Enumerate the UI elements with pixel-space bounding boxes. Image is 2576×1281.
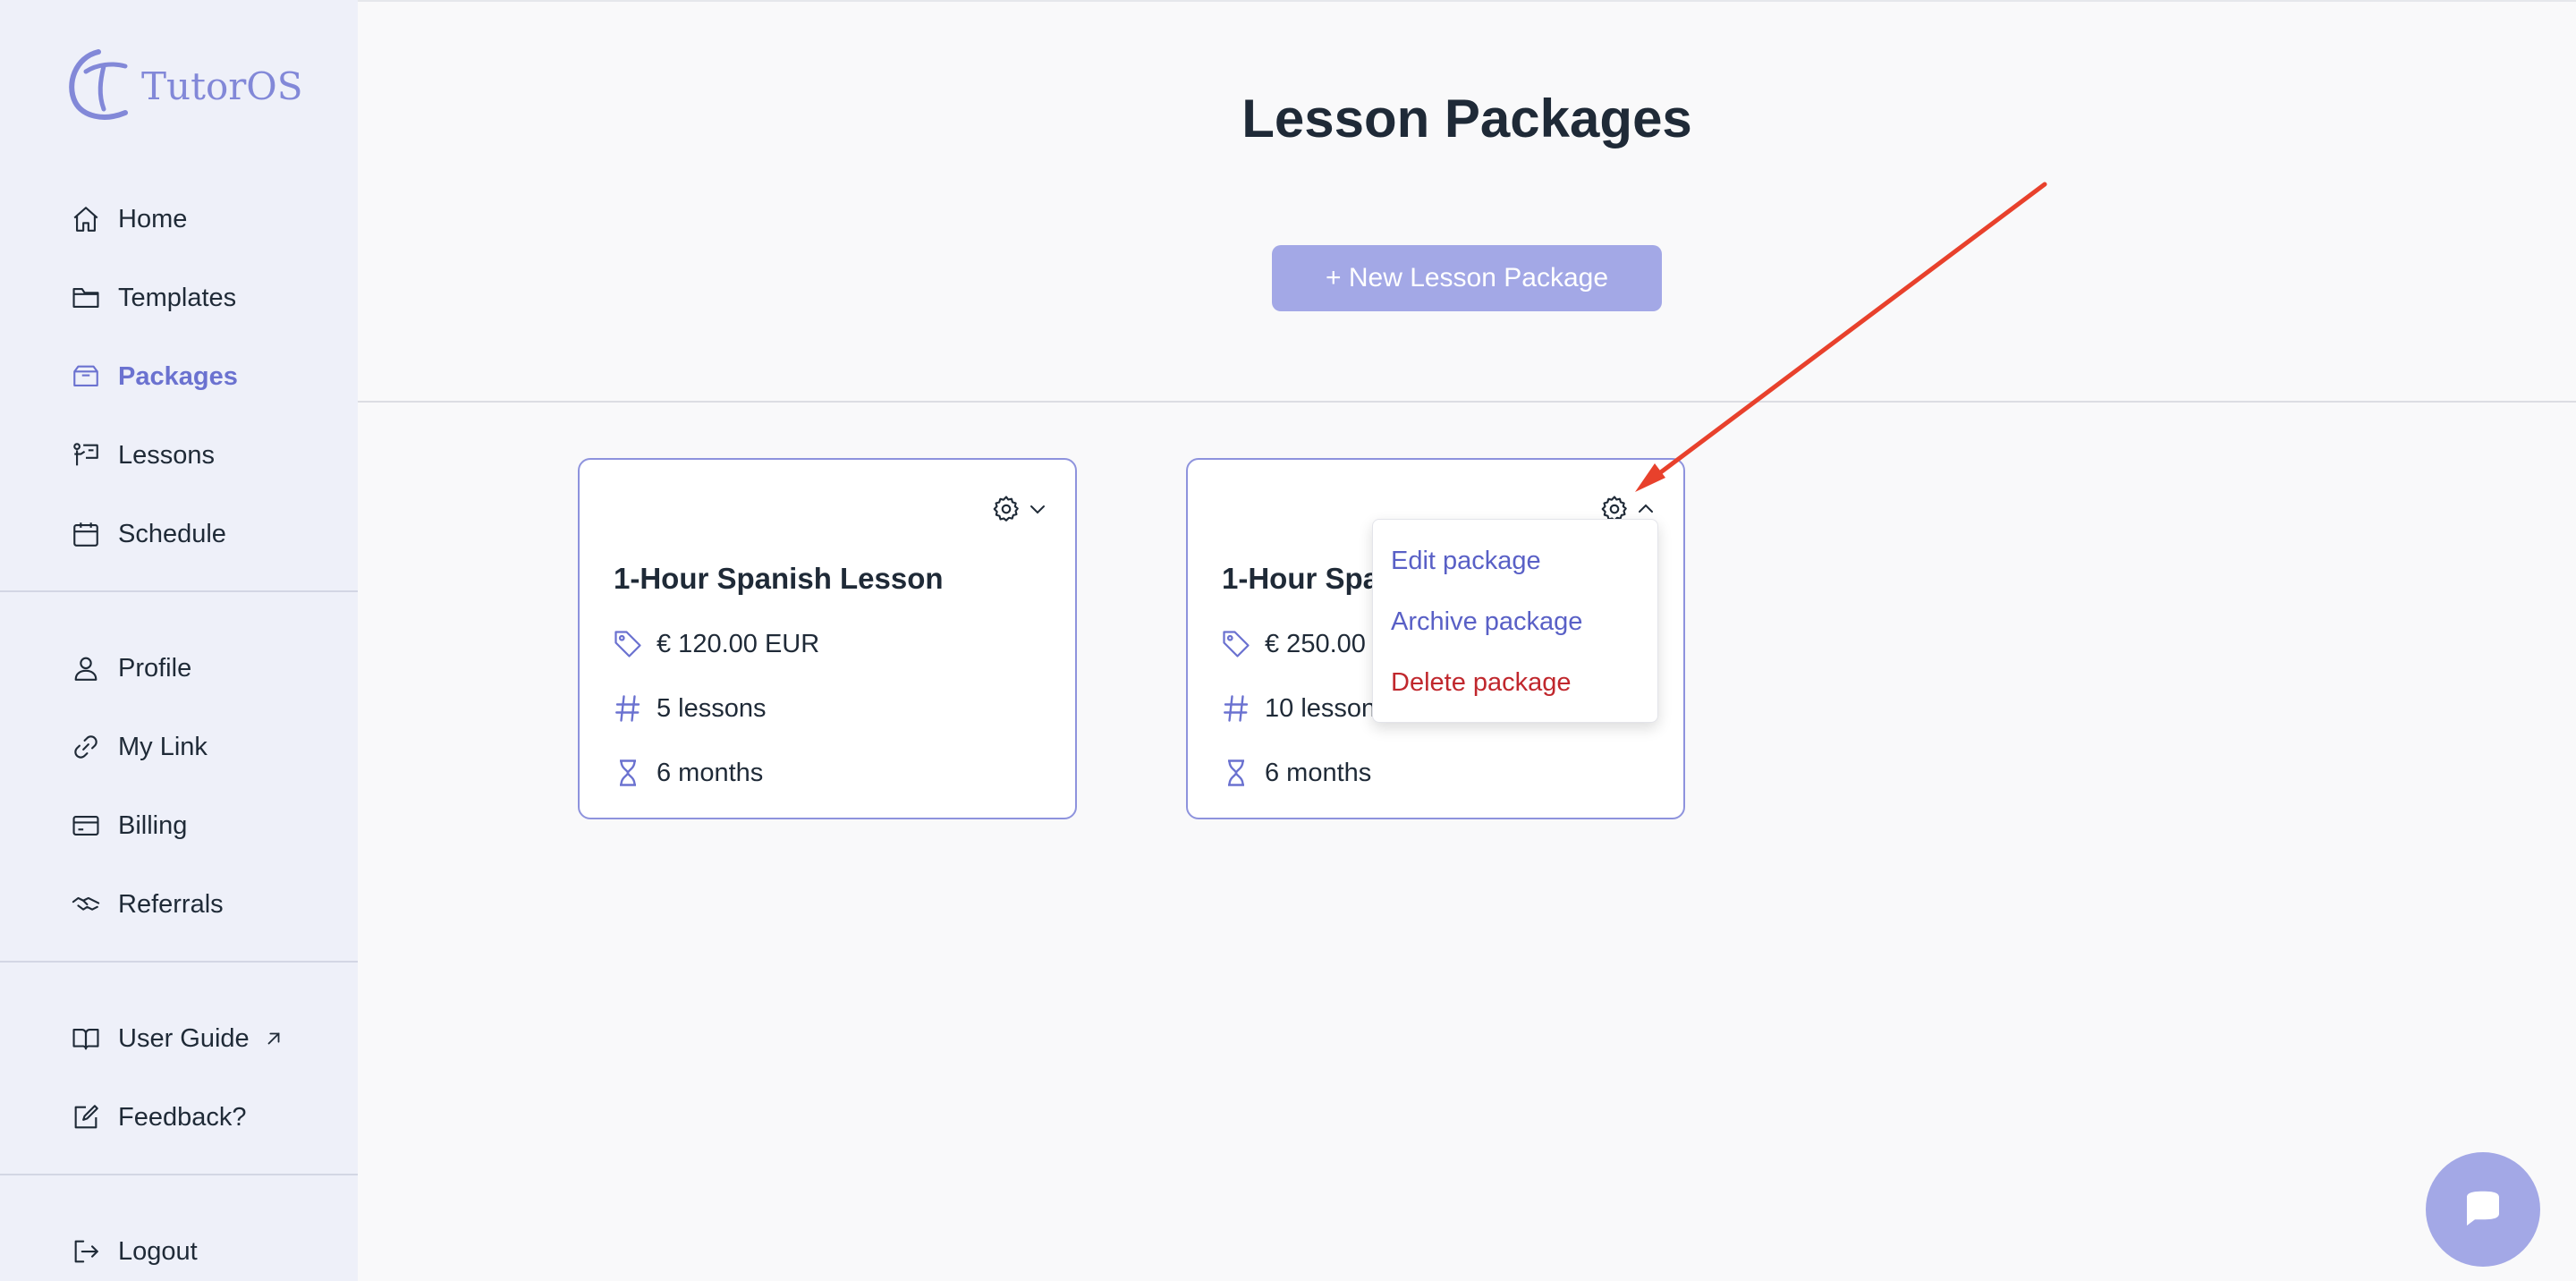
folder-icon [70,282,102,314]
user-icon [70,652,102,684]
sidebar-item-label: Lessons [118,440,216,470]
package-card: 1-Hour Spanish Lesson € 120.00 EUR 5 les… [578,458,1077,819]
sidebar-item-schedule[interactable]: Schedule [70,507,226,561]
package-lessons: 10 lesson [1218,691,1376,726]
sidebar-item-label: Schedule [118,519,226,548]
package-title: 1-Hour Spar [1222,562,1391,595]
archive-package-menu-item[interactable]: Archive package [1391,607,1582,637]
package-duration: 6 months [610,755,763,791]
edit-package-menu-item[interactable]: Edit package [1391,547,1541,576]
sidebar-divider [0,961,358,963]
sidebar-item-label: Logout [118,1236,198,1266]
sidebar-item-billing[interactable]: Billing [70,799,187,853]
home-icon [70,203,102,235]
package-price: € 250.00 [1218,626,1366,662]
sidebar-item-profile[interactable]: Profile [70,641,191,695]
chevron-up-icon [1639,504,1653,513]
hourglass-icon [1218,755,1254,791]
sidebar-item-home[interactable]: Home [70,192,187,246]
sidebar-divider [0,590,358,592]
sidebar-divider [0,1174,358,1175]
lesson-icon [70,439,102,471]
brand-name: TutorOS [141,64,303,108]
chat-icon [2467,1191,2499,1226]
sidebar-item-user-guide[interactable]: User Guide [70,1012,284,1065]
edit-icon [70,1101,102,1133]
sidebar-item-label: Billing [118,810,188,840]
lessons-value: 10 lesson [1265,693,1377,723]
logout-icon [70,1235,102,1268]
duration-value: 6 months [657,758,764,787]
package-lessons: 5 lessons [610,691,767,726]
sidebar-item-label: Templates [118,283,237,312]
duration-value: 6 months [1265,758,1372,787]
chat-widget-button[interactable] [2426,1152,2540,1267]
logo-icon [69,49,128,120]
package-actions-menu: Edit package Archive package Delete pack… [1372,519,1658,723]
sidebar-item-templates[interactable]: Templates [70,271,236,325]
price-value: € 120.00 EUR [657,629,820,658]
main-content: Lesson Packages + New Lesson Package 1-H… [358,0,2576,1281]
sidebar-item-lessons[interactable]: Lessons [70,428,215,482]
sidebar-item-label: Referrals [118,889,224,919]
book-icon [70,1022,102,1055]
sidebar-item-my-link[interactable]: My Link [70,720,208,774]
sidebar-item-feedback[interactable]: Feedback? [70,1090,247,1144]
sidebar-item-label: My Link [118,732,208,761]
section-divider [358,401,2576,403]
sidebar-item-label: Profile [118,653,192,683]
hash-icon [610,691,646,726]
package-price: € 120.00 EUR [610,626,819,662]
hourglass-icon [610,755,646,791]
sidebar: TutorOS Home Templates Packages Lessons … [0,0,358,1281]
price-tag-icon [610,626,646,662]
sidebar-item-label: Home [118,204,188,233]
sidebar-item-referrals[interactable]: Referrals [70,878,224,931]
price-tag-icon [1218,626,1254,662]
calendar-icon [70,518,102,550]
hash-icon [1218,691,1254,726]
package-icon [70,361,102,393]
chevron-down-icon [1030,505,1045,514]
sidebar-item-logout[interactable]: Logout [70,1225,198,1278]
app-logo[interactable]: TutorOS [63,45,303,123]
card-settings-button[interactable] [991,494,1048,524]
gear-icon [993,496,1019,522]
package-duration: 6 months [1218,755,1371,791]
sidebar-item-label: Packages [118,361,238,391]
page-title: Lesson Packages [1241,89,1692,148]
credit-card-icon [70,810,102,842]
delete-package-menu-item[interactable]: Delete package [1391,668,1572,698]
link-icon [70,731,102,763]
external-link-icon [264,1029,284,1048]
lessons-value: 5 lessons [657,693,767,723]
handshake-icon [70,888,102,920]
price-value: € 250.00 [1265,629,1366,658]
sidebar-item-packages[interactable]: Packages [70,350,238,403]
new-lesson-package-button[interactable]: + New Lesson Package [1272,245,1662,311]
sidebar-item-label: User Guide [118,1023,250,1053]
package-title: 1-Hour Spanish Lesson [614,562,944,595]
sidebar-item-label: Feedback? [118,1102,247,1132]
